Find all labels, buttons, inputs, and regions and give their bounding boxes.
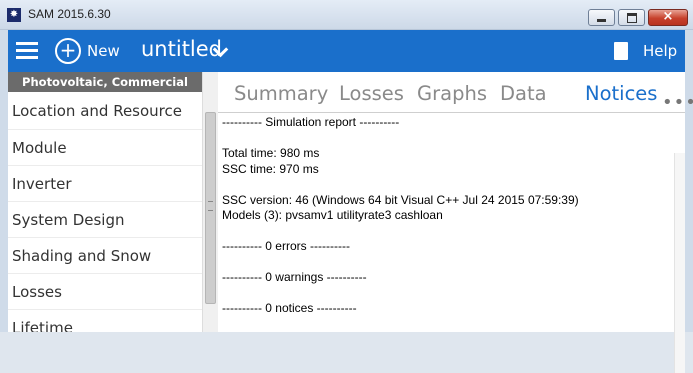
maximize-button[interactable] (618, 9, 645, 26)
report-ssc-version: SSC version: 46 (Windows 64 bit Visual C… (222, 192, 579, 207)
window-title-bar: ✸ SAM 2015.6.30 × (0, 0, 693, 30)
sidebar-item-losses[interactable]: Losses (8, 274, 202, 310)
help-button[interactable]: Help (643, 42, 677, 60)
document-icon[interactable] (614, 42, 628, 60)
case-name-dropdown[interactable]: untitled (141, 37, 222, 61)
more-horizontal-icon[interactable]: ••• (662, 92, 693, 113)
sam-logo-icon: ✸ (7, 8, 21, 22)
sidebar-item-module[interactable]: Module (8, 130, 202, 166)
close-button[interactable]: × (648, 9, 688, 26)
results-tabs: Summary Losses Graphs Data Notices ••• (218, 72, 693, 113)
report-notices: ---------- 0 notices ---------- (222, 301, 357, 315)
report-header: ---------- Simulation report ---------- (222, 115, 400, 129)
sidebar-item-inverter[interactable]: Inverter (8, 166, 202, 202)
report-models: Models (3): pvsamv1 utilityrate3 cashloa… (222, 208, 443, 222)
report-errors: ---------- 0 errors ---------- (222, 239, 350, 253)
window-title: SAM 2015.6.30 (28, 7, 111, 21)
window-frame-right (685, 30, 693, 332)
input-sidebar: Photovoltaic, Commercial Location and Re… (8, 72, 218, 332)
sidebar-item-system-design[interactable]: System Design (8, 202, 202, 238)
sidebar-item-lifetime[interactable]: Lifetime (8, 310, 202, 332)
tab-notices[interactable]: Notices (585, 82, 657, 105)
main-toolbar: + New untitled Help (8, 30, 685, 72)
input-page-list: Location and Resource Module Inverter Sy… (8, 92, 202, 332)
notices-content: ---------- Simulation report ---------- … (218, 112, 685, 373)
report-total-time: Total time: 980 ms (222, 146, 320, 160)
sidebar-item-shading-and-snow[interactable]: Shading and Snow (8, 238, 202, 274)
report-ssc-time: SSC time: 970 ms (222, 161, 319, 176)
window-frame-left (0, 30, 8, 332)
report-warnings: ---------- 0 warnings ---------- (222, 270, 367, 284)
tab-losses[interactable]: Losses (339, 82, 404, 105)
results-panel: Summary Losses Graphs Data Notices ••• -… (218, 72, 693, 373)
tab-data[interactable]: Data (500, 82, 547, 105)
minimize-button[interactable] (588, 9, 615, 26)
sidebar-scrollbar[interactable] (202, 72, 218, 332)
close-icon: × (662, 9, 674, 24)
configuration-label[interactable]: Photovoltaic, Commercial (8, 72, 202, 92)
notices-scrollbar[interactable] (674, 153, 685, 373)
simulation-report: ---------- Simulation report ---------- … (222, 115, 662, 317)
sidebar-scroll-thumb[interactable] (205, 112, 216, 304)
sidebar-item-location-and-resource[interactable]: Location and Resource (8, 92, 202, 130)
new-button[interactable]: + New (55, 38, 120, 64)
tab-graphs[interactable]: Graphs (417, 82, 487, 105)
hamburger-icon[interactable] (16, 42, 38, 60)
new-button-label: New (87, 42, 120, 60)
plus-circle-icon: + (55, 38, 81, 64)
tab-summary[interactable]: Summary (234, 82, 328, 105)
